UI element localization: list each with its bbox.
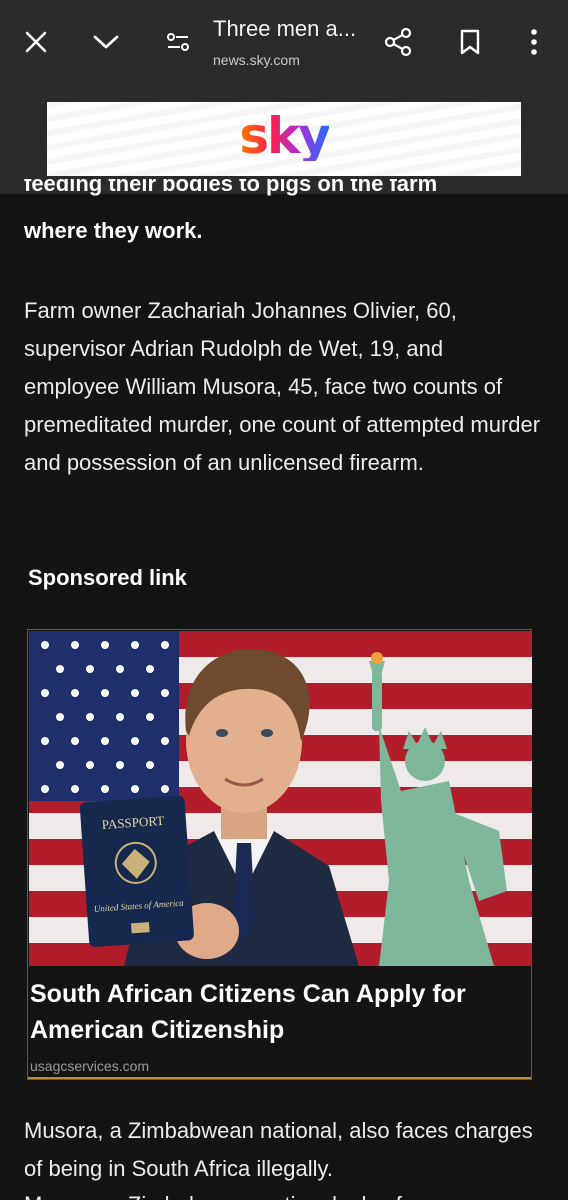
page-title[interactable]: Three men a... xyxy=(213,16,373,42)
article-paragraph-2: Musora, a Zimbabwean national, also face… xyxy=(24,1118,533,1181)
page-url[interactable]: news.sky.com xyxy=(213,52,300,68)
sky-banner[interactable]: sky xyxy=(47,102,521,176)
article-lead: where they work. xyxy=(24,218,203,243)
ad-headline[interactable]: South African Citizens Can Apply for Ame… xyxy=(30,976,525,1048)
sky-logo: sky xyxy=(239,107,331,165)
article-paragraph-3-cut: Musora, a Zimbabwean national, also face… xyxy=(24,1186,544,1200)
more-vert-icon[interactable] xyxy=(514,22,554,62)
share-icon[interactable] xyxy=(378,22,418,62)
ad-card-accent-line xyxy=(28,1077,531,1079)
close-icon[interactable] xyxy=(16,22,56,62)
ad-image[interactable]: PASSPORT United States of America xyxy=(29,631,532,966)
sponsored-label: Sponsored link xyxy=(28,565,187,590)
article-paragraph: Farm owner Zachariah Johannes Olivier, 6… xyxy=(24,298,541,475)
sticky-header: sky xyxy=(0,86,568,194)
sponsored-ad-card[interactable]: PASSPORT United States of America South … xyxy=(27,629,532,1080)
ad-domain[interactable]: usagcservices.com xyxy=(30,1058,149,1074)
browser-toolbar: Three men a... news.sky.com xyxy=(0,0,568,86)
page-settings-icon[interactable] xyxy=(158,22,198,62)
chevron-down-icon[interactable] xyxy=(86,22,126,62)
bookmark-icon[interactable] xyxy=(450,22,490,62)
article-cutoff-line: feeding their bodies to pigs on the farm xyxy=(24,179,438,196)
